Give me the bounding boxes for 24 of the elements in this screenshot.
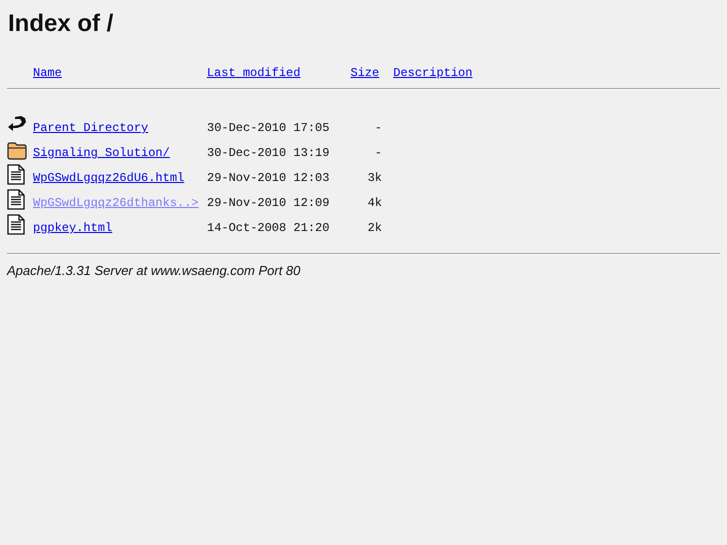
document-icon: [7, 164, 25, 185]
file-size: 4k: [366, 196, 382, 210]
modified-date: 30-Dec-2010 13:19: [207, 146, 330, 160]
folder-icon: [7, 142, 27, 160]
modified-date: 30-Dec-2010 17:05: [207, 121, 330, 135]
document-icon: [7, 189, 25, 210]
file-size: 3k: [366, 171, 382, 185]
column-header-link[interactable]: Size: [350, 66, 380, 80]
column-header-link[interactable]: Description: [393, 66, 472, 80]
file-size: 2k: [366, 221, 382, 235]
server-signature: Apache/1.3.31 Server at www.wsaeng.com Port 80: [7, 263, 302, 278]
modified-date: 14-Oct-2008 21:20: [207, 221, 330, 235]
column-header-link[interactable]: Last modified: [206, 66, 300, 80]
modified-date: 29-Nov-2010 12:03: [207, 171, 330, 185]
file-link[interactable]: pgpkey.html: [33, 221, 207, 235]
page-title: Index of /: [8, 10, 114, 38]
file-size: -: [374, 121, 382, 135]
file-link[interactable]: Parent Directory: [33, 121, 207, 135]
column-header-link[interactable]: Name: [33, 66, 62, 80]
file-link[interactable]: WpGSwdLgqqz26dU6.html: [33, 171, 207, 185]
file-size: -: [374, 146, 382, 160]
modified-date: 29-Nov-2010 12:09: [207, 196, 330, 210]
document-icon: [7, 214, 25, 235]
file-link[interactable]: Signaling Solution/: [33, 146, 207, 160]
